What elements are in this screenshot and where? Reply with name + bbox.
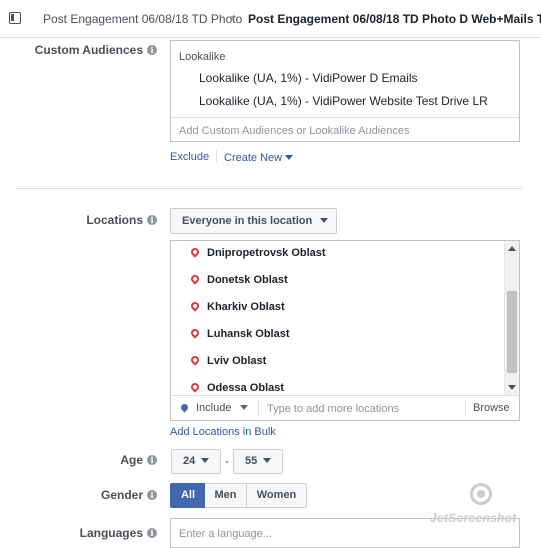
location-pin-icon <box>189 300 201 312</box>
caret-down-icon <box>201 458 210 463</box>
languages-label: Languages i <box>20 526 157 540</box>
locations-list[interactable]: Dnipropetrovsk Oblast Donetsk Oblast Kha… <box>170 240 520 396</box>
list-item[interactable]: Luhansk Oblast <box>189 327 290 340</box>
gender-label: Gender i <box>20 488 157 502</box>
breadcrumb-adset[interactable]: Post Engagement 06/08/18 TD Photo D Web+… <box>248 12 541 26</box>
audience-group-label: Lookalike <box>179 51 226 63</box>
location-type-dropdown[interactable]: Everyone in this location <box>170 208 337 234</box>
link-separator <box>216 150 217 162</box>
info-icon[interactable]: i <box>147 490 157 500</box>
divider <box>171 117 519 118</box>
age-max-dropdown[interactable]: 55 <box>233 449 283 474</box>
list-item[interactable]: Dnipropetrovsk Oblast <box>189 246 326 259</box>
breadcrumb: Post Engagement 06/08/18 TD Photo › Post… <box>0 0 541 38</box>
exclude-link[interactable]: Exclude <box>170 151 209 163</box>
info-icon[interactable]: i <box>147 528 157 538</box>
custom-audiences-box: Lookalike Lookalike (UA, 1%) - VidiPower… <box>170 40 520 142</box>
info-icon[interactable]: i <box>147 45 157 55</box>
caret-down-icon <box>285 155 294 160</box>
watermark-text: JetScreenshot <box>430 511 517 525</box>
sidebar-toggle-icon[interactable] <box>9 12 21 24</box>
caret-down-icon <box>263 458 272 463</box>
location-pin-icon <box>189 381 201 393</box>
include-dropdown[interactable]: Include <box>196 402 249 414</box>
divider <box>258 401 259 415</box>
location-pin-icon <box>189 273 201 285</box>
scroll-down-icon[interactable] <box>508 385 516 390</box>
gender-women-button[interactable]: Women <box>247 483 307 508</box>
info-icon[interactable]: i <box>147 455 157 465</box>
section-divider <box>16 188 522 189</box>
age-min-dropdown[interactable]: 24 <box>171 449 221 474</box>
location-search-input[interactable]: Type to add more locations <box>267 403 399 415</box>
audience-item[interactable]: Lookalike (UA, 1%) - VidiPower Website T… <box>199 94 488 108</box>
locations-label: Locations i <box>20 213 157 227</box>
custom-audiences-label: Custom Audiences i <box>20 43 157 57</box>
info-icon[interactable]: i <box>147 215 157 225</box>
chevron-right-icon: › <box>230 10 235 25</box>
scrollbar-thumb[interactable] <box>507 291 517 373</box>
caret-down-icon <box>320 218 329 223</box>
add-locations-bulk-link[interactable]: Add Locations in Bulk <box>170 426 276 438</box>
audience-item[interactable]: Lookalike (UA, 1%) - VidiPower D Emails <box>199 71 418 85</box>
location-add-row: Include Type to add more locations Brows… <box>170 395 520 421</box>
create-new-link[interactable]: Create New <box>224 152 294 164</box>
watermark-logo: JetScreenshot <box>430 483 540 528</box>
custom-audiences-input[interactable]: Add Custom Audiences or Lookalike Audien… <box>179 125 410 137</box>
list-item[interactable]: Lviv Oblast <box>189 354 266 367</box>
caret-down-icon <box>240 405 249 410</box>
list-item[interactable]: Donetsk Oblast <box>189 273 288 286</box>
location-pin-icon <box>189 354 201 366</box>
age-label: Age i <box>20 453 157 467</box>
location-pin-icon <box>189 327 201 339</box>
gender-all-button[interactable]: All <box>170 483 206 508</box>
location-pin-icon <box>179 402 190 413</box>
gender-men-button[interactable]: Men <box>205 483 247 508</box>
list-item[interactable]: Kharkiv Oblast <box>189 300 285 313</box>
browse-button[interactable]: Browse <box>473 402 510 414</box>
breadcrumb-campaign[interactable]: Post Engagement 06/08/18 TD Photo <box>43 12 242 26</box>
location-pin-icon <box>189 246 201 258</box>
camera-lens-icon <box>470 483 492 505</box>
list-item[interactable]: Odessa Oblast <box>189 381 284 394</box>
scrollbar[interactable] <box>504 241 519 395</box>
scroll-up-icon[interactable] <box>508 246 516 251</box>
languages-placeholder: Enter a language... <box>179 528 272 540</box>
age-separator: - <box>225 454 229 468</box>
divider <box>465 401 466 415</box>
